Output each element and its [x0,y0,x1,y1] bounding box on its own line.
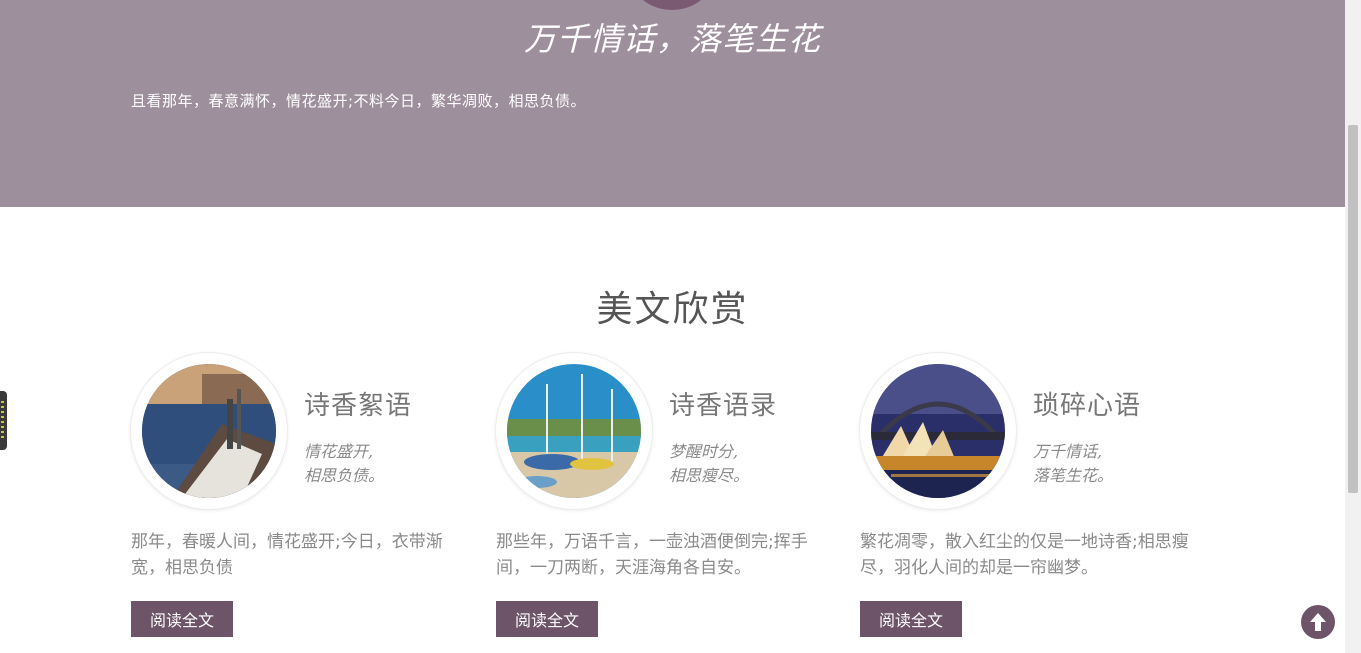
scrollbar-thumb[interactable] [1348,125,1358,493]
card-poem: 万千情话, 落笔生花。 [1033,440,1113,488]
back-to-top-button[interactable] [1301,605,1335,639]
card-title[interactable]: 琐碎心语 [1033,385,1141,422]
card-thumbnail[interactable] [131,353,287,509]
harbor-boat-photo [142,364,276,498]
hero-banner: 万千情话，落笔生花 且看那年，春意满怀，情花盛开;不料今日，繁华凋败，相思负债。 [0,0,1345,207]
vertical-scrollbar[interactable] [1345,0,1361,653]
card-thumbnail[interactable] [496,353,652,509]
poem-line: 落笔生花。 [1033,466,1114,485]
hero-title: 万千情话，落笔生花 [523,20,821,58]
hero-text: 且看那年，春意满怀，情花盛开;不料今日，繁华凋败，相思负债。 [131,92,587,110]
card-title[interactable]: 诗香絮语 [304,385,412,422]
article-card: 琐碎心语 万千情话, 落笔生花。 繁花凋零，散入红尘的仅是一地诗香;相思瘦尽，羽… [860,353,1200,653]
card-description: 那年，春暖人间，情花盛开;今日，衣带渐宽，相思负债 [131,532,443,578]
card-description: 繁花凋零，散入红尘的仅是一地诗香;相思瘦尽，羽化人间的却是一帘幽梦。 [860,532,1189,578]
card-title[interactable]: 诗香语录 [669,385,777,422]
read-more-button[interactable]: 阅读全文 [131,601,233,637]
read-more-button[interactable]: 阅读全文 [496,601,598,637]
poem-line: 相思负债。 [304,466,385,485]
side-widget-tab[interactable] [0,391,7,450]
hero-logo-disc [630,0,714,10]
card-thumbnail[interactable] [860,353,1016,509]
opera-house-night-photo [871,364,1005,498]
read-more-button[interactable]: 阅读全文 [860,601,962,637]
card-description: 那些年，万语千言，一壶浊酒便倒完;挥手间，一刀两断，天涯海角各自安。 [496,532,808,578]
poem-line: 情花盛开, [304,442,374,461]
arrow-up-icon [1310,613,1326,631]
section-title: 美文欣赏 [596,289,749,330]
card-poem: 梦醒时分, 相思瘦尽。 [669,440,749,488]
poem-line: 梦醒时分, [669,442,739,461]
article-card: 诗香语录 梦醒时分, 相思瘦尽。 那些年，万语千言，一壶浊酒便倒完;挥手间，一刀… [496,353,836,653]
card-poem: 情花盛开, 相思负债。 [304,440,384,488]
beach-sailboat-photo [507,364,641,498]
poem-line: 相思瘦尽。 [669,466,750,485]
poem-line: 万千情话, [1033,442,1103,461]
article-card: 诗香絮语 情花盛开, 相思负债。 那年，春暖人间，情花盛开;今日，衣带渐宽，相思… [131,353,471,653]
